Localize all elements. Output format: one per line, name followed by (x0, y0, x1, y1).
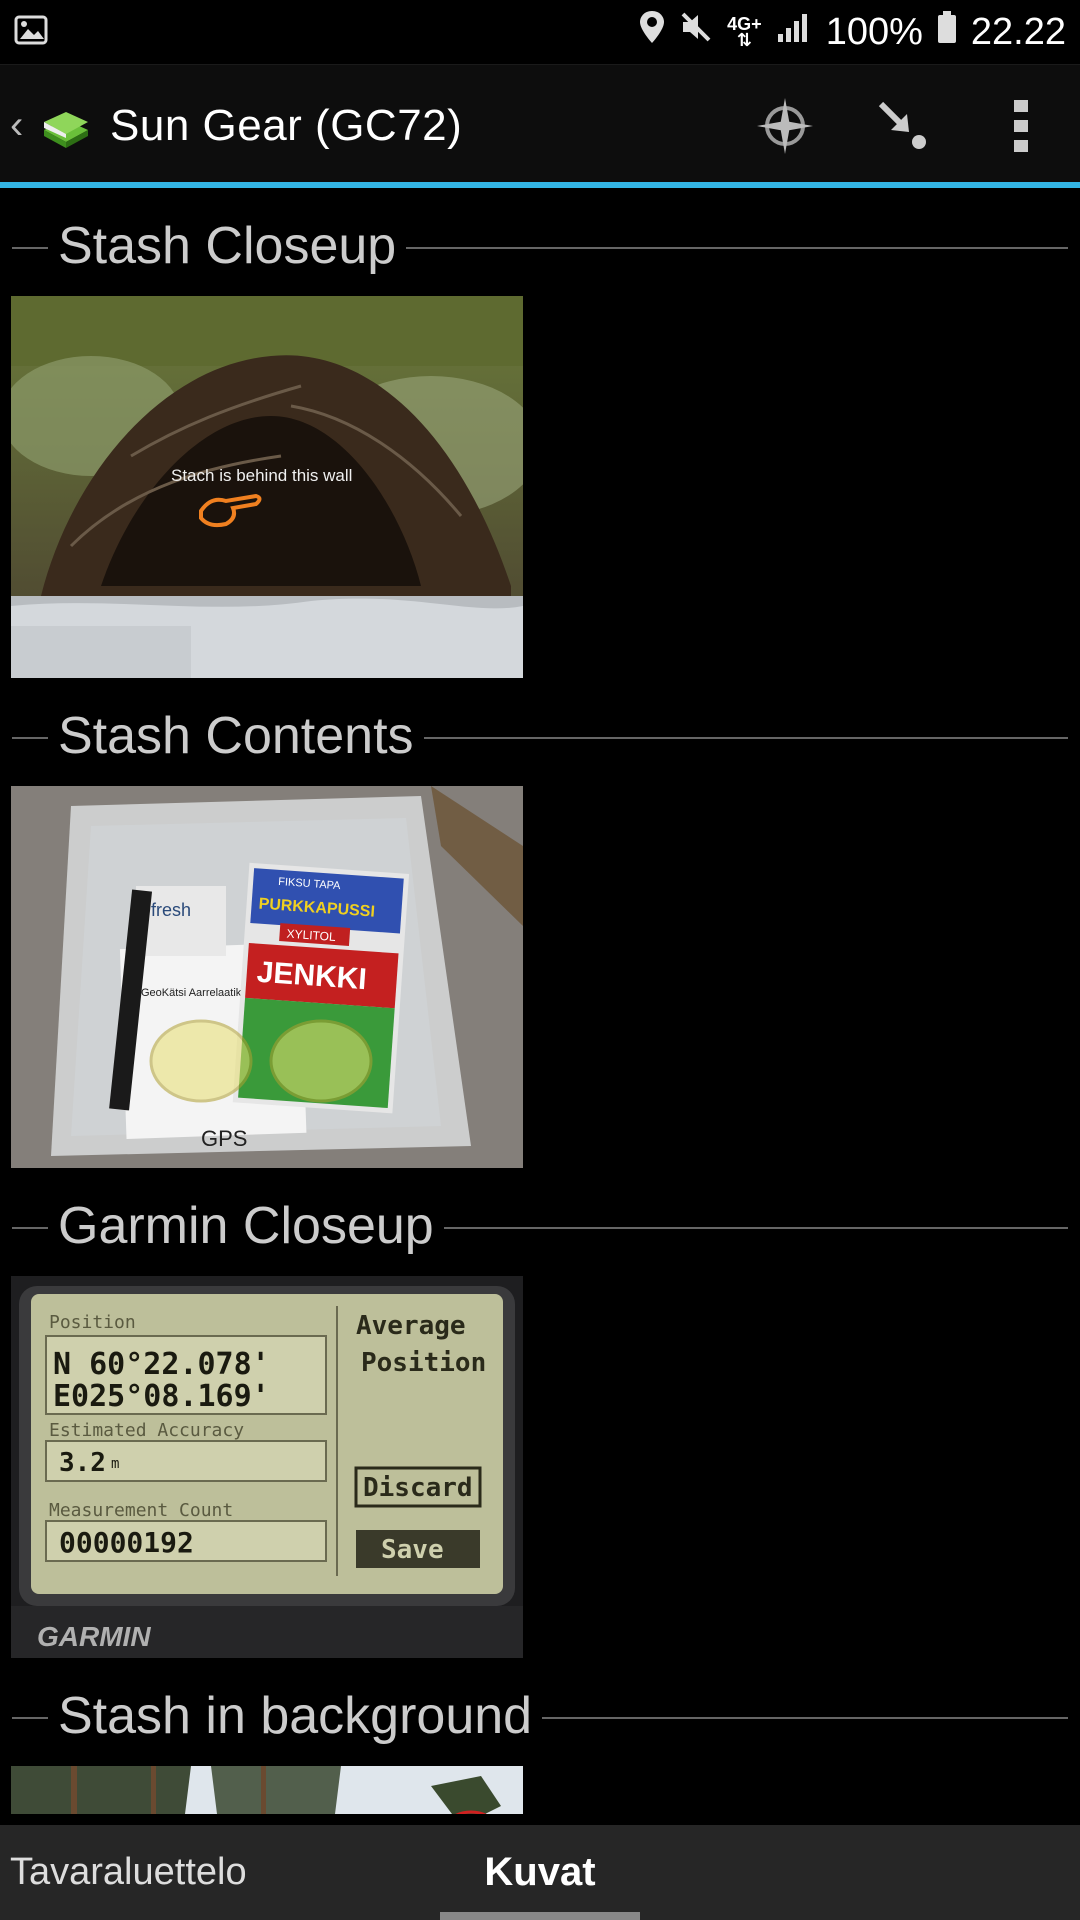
photo-garmin-closeup[interactable]: Position N 60°22.078' E025°08.169' Estim… (11, 1276, 523, 1658)
image-icon (14, 15, 48, 50)
svg-text:3.2: 3.2 (59, 1448, 106, 1478)
navigate-icon[interactable] (844, 65, 962, 187)
status-bar: 4G+ ⇅ 100% 22.22 (0, 0, 1080, 64)
section-title: Stash Contents (58, 706, 424, 766)
svg-text:Measurement Count: Measurement Count (49, 1500, 233, 1521)
photo-stash-contents[interactable]: fresh GeoKätsi Aarrelaatikko FIKSU TAPA … (11, 786, 523, 1168)
svg-text:GeoKätsi Aarrelaatikko: GeoKätsi Aarrelaatikko (141, 987, 253, 999)
svg-text:E025°08.169': E025°08.169' (53, 1379, 270, 1414)
svg-text:Discard: Discard (363, 1473, 473, 1503)
section-header: Stash Contents (0, 678, 1080, 786)
tab-bar: Tavaraluettelo Kuvat (0, 1825, 1080, 1920)
section-header: Stash Closeup (0, 188, 1080, 296)
image-gallery[interactable]: Stash Closeup Stach is behind this wall (0, 188, 1080, 1814)
battery-icon (937, 10, 957, 54)
clock: 22.22 (970, 10, 1066, 53)
tab-kuvat[interactable]: Kuvat (440, 1825, 640, 1920)
battery-percent: 100% (825, 10, 923, 53)
network-4g-icon: 4G+ ⇅ (727, 14, 762, 50)
svg-text:Average: Average (356, 1311, 466, 1341)
overflow-menu-icon[interactable] (962, 65, 1080, 187)
section-title: Garmin Closeup (58, 1196, 444, 1256)
tab-label: Kuvat (484, 1850, 596, 1894)
mute-icon (679, 10, 713, 54)
back-icon[interactable]: ‹ (10, 103, 32, 148)
section-title: Stash Closeup (58, 216, 407, 276)
svg-text:Position: Position (49, 1312, 136, 1333)
section-header: Stash in background (0, 1658, 1080, 1766)
location-icon (639, 10, 665, 54)
svg-text:m: m (111, 1456, 119, 1472)
cache-book-icon[interactable] (40, 100, 92, 152)
tab-label: Tavaraluettelo (10, 1851, 247, 1893)
svg-text:00000192: 00000192 (59, 1526, 194, 1559)
svg-text:GARMIN: GARMIN (37, 1621, 151, 1652)
tab-active-indicator (440, 1912, 640, 1920)
compass-icon[interactable] (726, 65, 844, 187)
svg-text:GPS: GPS (201, 1126, 247, 1151)
svg-text:N 60°22.078': N 60°22.078' (53, 1347, 270, 1382)
app-bar: ‹ Sun Gear (GC72) (0, 64, 1080, 186)
svg-text:Estimated Accuracy: Estimated Accuracy (49, 1420, 244, 1441)
photo-stash-closeup[interactable]: Stach is behind this wall (11, 296, 523, 678)
svg-text:Position: Position (361, 1348, 486, 1378)
section-header: Garmin Closeup (0, 1168, 1080, 1276)
photo-stash-in-background[interactable] (11, 1766, 523, 1814)
svg-text:fresh: fresh (151, 900, 191, 920)
svg-text:Save: Save (381, 1535, 444, 1565)
signal-icon (776, 11, 812, 54)
section-title: Stash in background (58, 1686, 543, 1746)
photo-overlay-text: Stach is behind this wall (171, 466, 352, 485)
tab-tavaraluettelo[interactable]: Tavaraluettelo (0, 1825, 440, 1920)
page-title: Sun Gear (GC72) (110, 100, 463, 150)
